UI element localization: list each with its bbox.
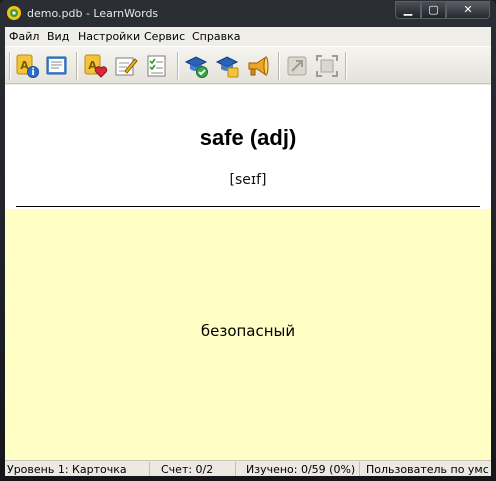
menu-settings[interactable]: Настройки	[78, 30, 140, 43]
menu-service[interactable]: Сервис	[144, 30, 185, 43]
graduation-check-icon	[184, 56, 208, 78]
card-word: safe (adj)	[199, 125, 297, 150]
menu-help[interactable]: Справка	[192, 30, 240, 43]
card-info-icon: A	[16, 54, 39, 78]
checklist-icon	[147, 55, 166, 77]
card-divider	[16, 206, 480, 207]
megaphone-icon	[248, 56, 269, 76]
fullscreen-button	[314, 53, 340, 79]
answer-area[interactable]: безопасный	[5, 209, 491, 460]
title-bar[interactable]: demo.pdb - LearnWords ▁ ▢ ✕	[0, 0, 496, 27]
card-favorite-icon: A	[84, 54, 108, 78]
learn-button[interactable]	[215, 53, 241, 79]
menu-file[interactable]: Файл	[9, 30, 39, 43]
announce-button[interactable]	[245, 53, 271, 79]
card-favorite-button[interactable]: A	[82, 53, 108, 79]
status-separator	[359, 462, 360, 476]
maximize-button[interactable]: ▢	[421, 1, 446, 19]
app-icon	[7, 6, 21, 20]
fullscreen-icon-disabled	[316, 55, 338, 77]
book-button[interactable]	[44, 53, 70, 79]
toolbar-separator	[177, 52, 179, 80]
menu-view[interactable]: Вид	[47, 30, 69, 43]
status-separator	[235, 462, 236, 476]
menu-bar: Файл Вид Настройки Сервис Справка	[5, 27, 491, 46]
card-info-button[interactable]: A	[14, 53, 40, 79]
card-transcription: [seɪf]	[229, 172, 267, 188]
toolbar-separator	[9, 52, 11, 80]
status-learned: Изучено: 0/59 (0%)	[246, 463, 356, 476]
toolbar-separator	[278, 52, 280, 80]
toolbar-separator	[76, 52, 78, 80]
window-title: demo.pdb - LearnWords	[27, 7, 159, 20]
minimize-button[interactable]: ▁	[395, 1, 421, 19]
flashcard: safe (adj) [seɪf] безопасный	[5, 85, 491, 460]
edit-button[interactable]	[113, 53, 139, 79]
minimize-icon: ▁	[403, 3, 413, 16]
toolbar-separator	[345, 52, 347, 80]
toolbar: A A	[5, 46, 491, 84]
status-user: Пользователь по умс	[366, 463, 489, 476]
book-icon	[46, 56, 67, 75]
checklist-button[interactable]	[144, 53, 170, 79]
close-icon: ✕	[463, 3, 473, 16]
status-bar: Уровень 1: Карточка Счет: 0/2 Изучено: 0…	[5, 460, 491, 476]
learn-check-button[interactable]	[184, 53, 210, 79]
client-area: Файл Вид Настройки Сервис Справка A A sa…	[5, 27, 491, 476]
fit-window-button	[284, 53, 310, 79]
status-separator	[149, 462, 150, 476]
status-score: Счет: 0/2	[161, 463, 214, 476]
maximize-icon: ▢	[428, 3, 439, 16]
edit-icon	[115, 57, 138, 76]
app-window: demo.pdb - LearnWords ▁ ▢ ✕ Файл Вид Нас…	[0, 0, 496, 481]
close-button[interactable]: ✕	[446, 1, 490, 19]
fit-window-icon-disabled	[287, 56, 307, 76]
status-level: Уровень 1: Карточка	[7, 463, 127, 476]
card-translation: безопасный	[200, 322, 296, 340]
graduation-icon	[215, 56, 239, 78]
